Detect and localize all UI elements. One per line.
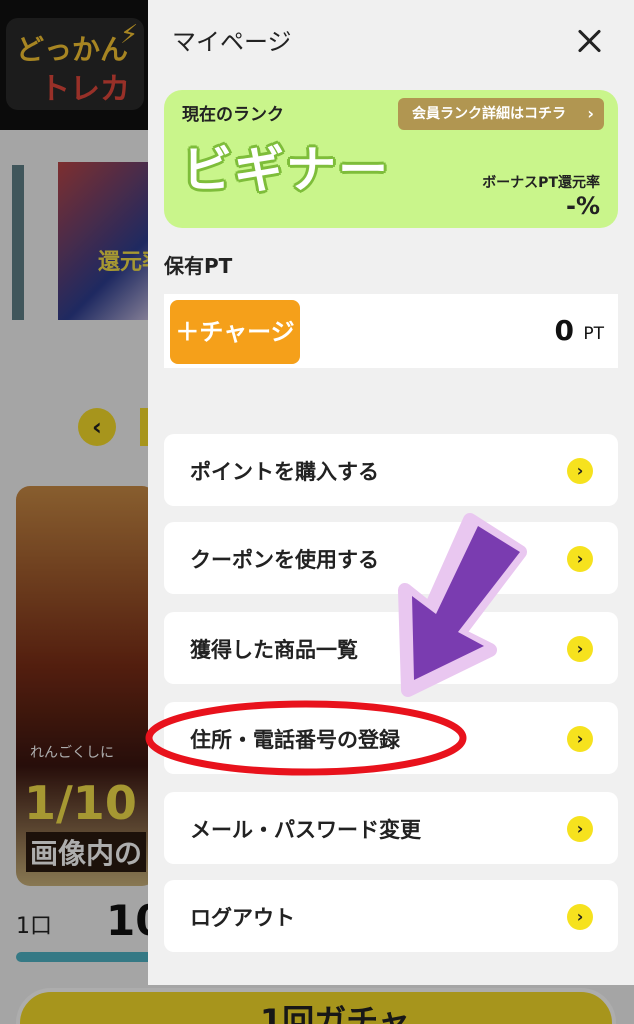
mypage-drawer: マイページ 現在のランク 会員ランク詳細はコチラ › ビギナー ボーナスPT還元…	[148, 0, 634, 985]
menu-item-label: 獲得した商品一覧	[190, 638, 358, 662]
chevron-right-icon: ›	[567, 458, 593, 484]
menu-item-email-password[interactable]: メール・パスワード変更 ›	[164, 792, 618, 864]
menu-item-acquired-items[interactable]: 獲得した商品一覧 ›	[164, 612, 618, 684]
drawer-header: マイページ	[148, 0, 634, 76]
rank-label: 現在のランク	[182, 105, 284, 125]
chevron-right-icon: ›	[567, 816, 593, 842]
chevron-right-icon: ›	[567, 546, 593, 572]
drawer-title: マイページ	[172, 28, 292, 56]
menu-item-label: クーポンを使用する	[190, 548, 379, 572]
points-label: 保有PT	[164, 254, 233, 278]
points-value: 0	[554, 314, 574, 347]
rank-value: ビギナー	[182, 141, 390, 199]
menu-item-label: ポイントを購入する	[190, 460, 379, 484]
menu-item-logout[interactable]: ログアウト ›	[164, 880, 618, 952]
menu-item-label: ログアウト	[190, 906, 295, 930]
points-unit: PT	[583, 324, 604, 344]
rank-detail-button[interactable]: 会員ランク詳細はコチラ ›	[398, 98, 604, 130]
chevron-right-icon: ›	[587, 104, 594, 123]
bonus-rate-value: -%	[565, 192, 600, 220]
points-box: ＋チャージ 0 PT	[164, 294, 618, 368]
menu-item-label: 住所・電話番号の登録	[190, 728, 400, 752]
chevron-right-icon: ›	[567, 726, 593, 752]
menu-item-use-coupon[interactable]: クーポンを使用する ›	[164, 522, 618, 594]
chevron-right-icon: ›	[567, 636, 593, 662]
close-icon[interactable]	[568, 22, 610, 60]
bonus-rate-label: ボーナスPT還元率	[482, 175, 600, 191]
menu-item-buy-points[interactable]: ポイントを購入する ›	[164, 434, 618, 506]
menu-item-address-phone[interactable]: 住所・電話番号の登録 ›	[164, 702, 618, 774]
rank-card: 現在のランク 会員ランク詳細はコチラ › ビギナー ボーナスPT還元率 -%	[164, 90, 618, 228]
chevron-right-icon: ›	[567, 904, 593, 930]
charge-button[interactable]: ＋チャージ	[170, 300, 300, 364]
rank-detail-label: 会員ランク詳細はコチラ	[412, 106, 566, 122]
menu-item-label: メール・パスワード変更	[190, 818, 421, 842]
